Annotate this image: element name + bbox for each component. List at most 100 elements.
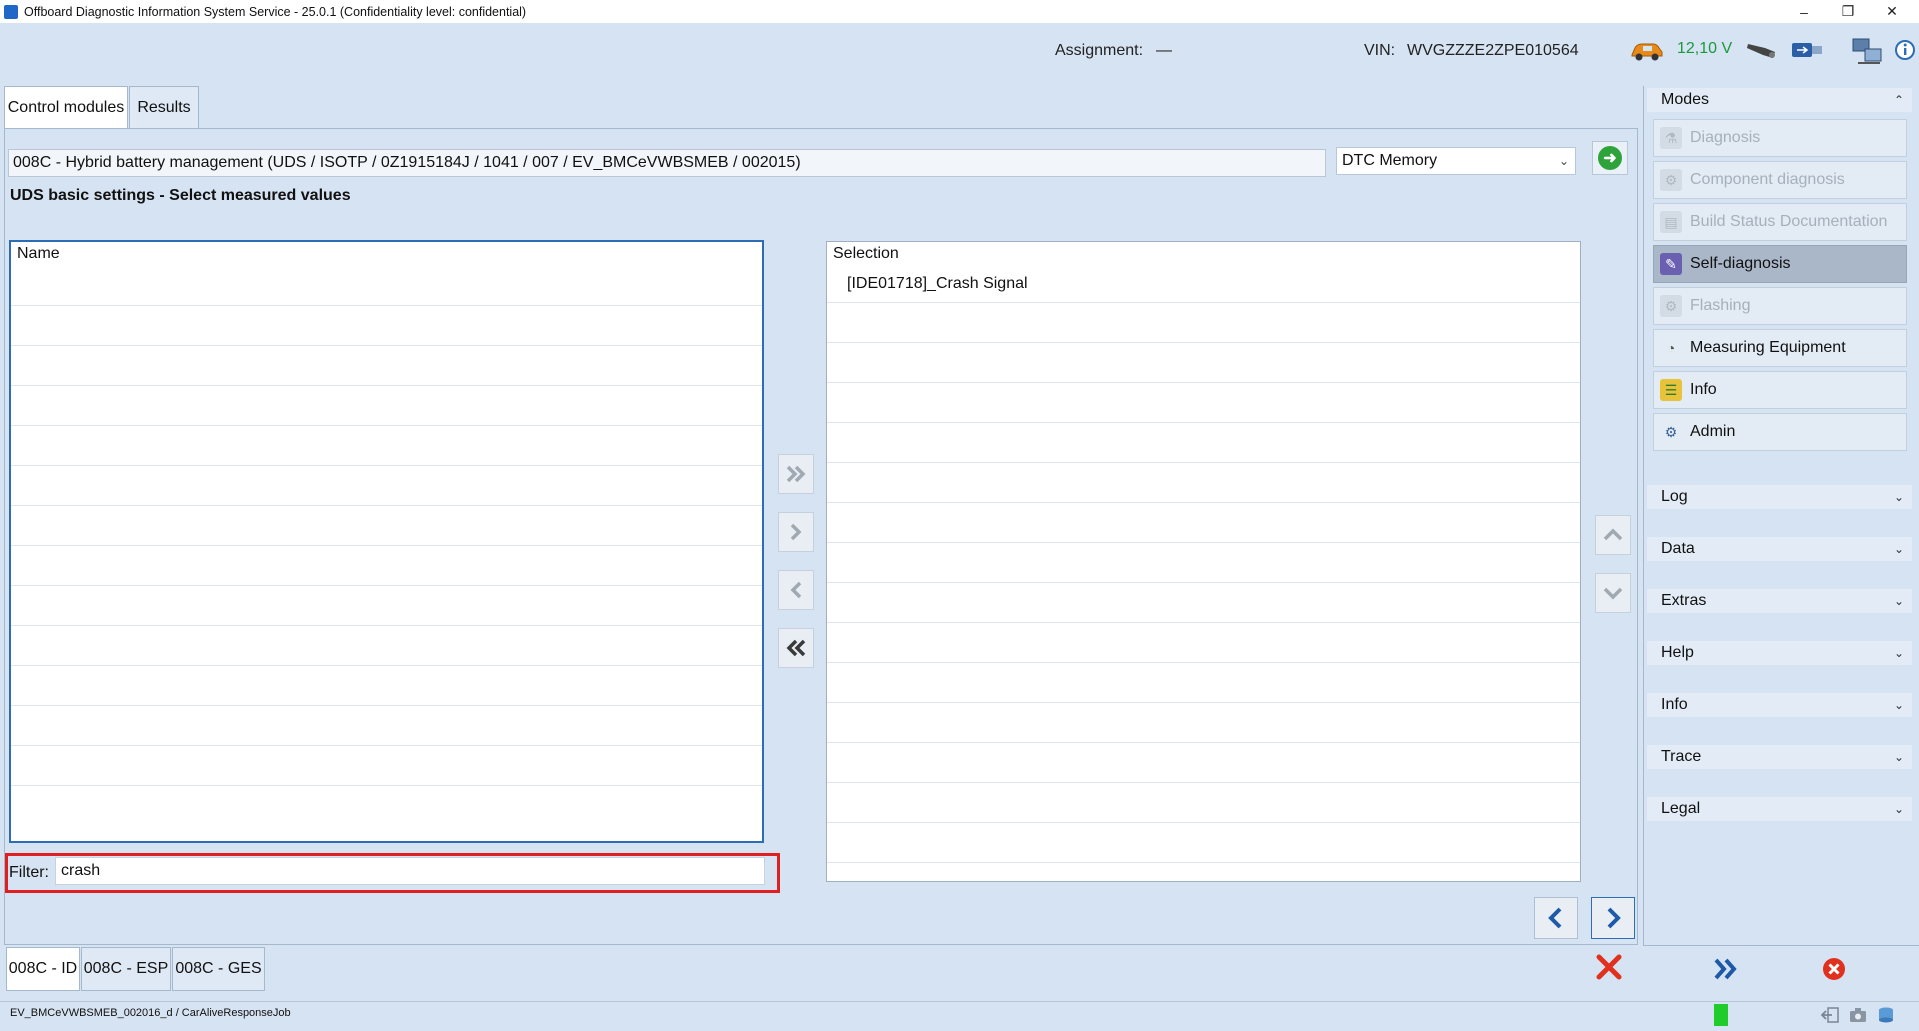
maximize-button[interactable]: ❐ xyxy=(1826,0,1870,23)
mode-admin[interactable]: ⚙ Admin xyxy=(1653,413,1907,451)
usb-connection-icon[interactable] xyxy=(1790,40,1824,60)
list-row[interactable] xyxy=(11,426,762,466)
list-row[interactable] xyxy=(827,543,1580,583)
chevron-down-icon: ⌄ xyxy=(1893,750,1904,764)
section-log[interactable]: Log ⌄ xyxy=(1647,485,1912,509)
car-icon: ⚙ xyxy=(1660,169,1682,191)
mode-self-diagnosis[interactable]: ✎ Self-diagnosis xyxy=(1653,245,1907,283)
exit-button[interactable] xyxy=(1816,951,1852,987)
move-down-button[interactable] xyxy=(1595,573,1631,613)
next-button[interactable] xyxy=(1591,897,1635,939)
mode-component-diagnosis[interactable]: ⚙ Component diagnosis xyxy=(1653,161,1907,199)
move-up-button[interactable] xyxy=(1595,515,1631,555)
list-row[interactable] xyxy=(11,386,762,426)
add-all-button[interactable] xyxy=(778,454,814,494)
list-row[interactable] xyxy=(11,506,762,546)
section-label: Info xyxy=(1661,696,1688,713)
network-icon[interactable] xyxy=(1850,36,1886,66)
cancel-button[interactable] xyxy=(1592,950,1626,984)
vin-value: WVGZZZE2ZPE010564 xyxy=(1407,42,1579,59)
list-row[interactable] xyxy=(827,703,1580,743)
app-icon xyxy=(4,4,18,19)
list-row[interactable] xyxy=(827,303,1580,343)
double-chevron-right-icon xyxy=(1714,958,1737,980)
self-diagnosis-icon: ✎ xyxy=(1660,253,1682,275)
vci-dongle-icon[interactable] xyxy=(1745,38,1779,62)
chevron-right-icon xyxy=(790,523,802,541)
mode-label: Admin xyxy=(1690,423,1736,440)
list-row[interactable] xyxy=(827,583,1580,623)
chevron-down-icon: ⌄ xyxy=(1893,490,1904,504)
database-icon[interactable] xyxy=(1876,1005,1896,1025)
chevron-down-icon: ⌄ xyxy=(1893,698,1904,712)
mode-label: Flashing xyxy=(1690,297,1751,314)
filter-input[interactable]: crash xyxy=(55,857,765,885)
camera-icon[interactable] xyxy=(1848,1005,1868,1025)
list-row[interactable] xyxy=(11,666,762,706)
mode-info[interactable]: ☰ Info xyxy=(1653,371,1907,409)
window-title: Offboard Diagnostic Information System S… xyxy=(24,4,527,19)
selection-column-header: Selection xyxy=(833,245,899,262)
section-trace[interactable]: Trace ⌄ xyxy=(1647,745,1912,769)
section-label: Help xyxy=(1661,644,1694,661)
list-row[interactable] xyxy=(827,503,1580,543)
section-help[interactable]: Help ⌄ xyxy=(1647,641,1912,665)
selection-list[interactable]: Selection [IDE01718]_Crash Signal xyxy=(826,241,1581,882)
tab-008c-esp[interactable]: 008C - ESP xyxy=(81,947,171,991)
double-chevron-right-icon xyxy=(786,465,806,483)
back-button[interactable] xyxy=(1534,897,1578,939)
control-module-field: 008C - Hybrid battery management (UDS / … xyxy=(8,149,1326,177)
minimize-button[interactable]: – xyxy=(1782,0,1826,23)
mode-build-status-documentation[interactable]: ▤ Build Status Documentation xyxy=(1653,203,1907,241)
books-icon: ☰ xyxy=(1660,379,1682,401)
tab-008c-ges[interactable]: 008C - GES xyxy=(172,947,265,991)
list-row[interactable] xyxy=(827,623,1580,663)
list-row[interactable] xyxy=(827,783,1580,823)
chevron-down-icon: ⌄ xyxy=(1893,542,1904,556)
selection-row[interactable]: [IDE01718]_Crash Signal xyxy=(827,266,1580,303)
logout-icon[interactable] xyxy=(1820,1005,1840,1025)
remove-selected-button[interactable] xyxy=(778,570,814,610)
list-row[interactable] xyxy=(11,306,762,346)
list-row[interactable] xyxy=(11,266,762,306)
list-row[interactable] xyxy=(827,343,1580,383)
arrow-right-circle-icon: ➜ xyxy=(1598,146,1622,170)
tab-control-modules[interactable]: Control modules xyxy=(4,86,128,129)
mode-measuring-equipment[interactable]: ◔ Measuring Equipment xyxy=(1653,329,1907,367)
list-row[interactable] xyxy=(11,706,762,746)
add-selected-button[interactable] xyxy=(778,512,814,552)
tab-008c-id[interactable]: 008C - ID xyxy=(6,947,80,991)
red-x-icon xyxy=(1596,954,1622,980)
name-list[interactable]: Name xyxy=(9,240,764,843)
list-row[interactable] xyxy=(827,463,1580,503)
section-data[interactable]: Data ⌄ xyxy=(1647,537,1912,561)
section-extras[interactable]: Extras ⌄ xyxy=(1647,589,1912,613)
list-row[interactable] xyxy=(11,586,762,626)
list-row[interactable] xyxy=(827,663,1580,703)
list-row[interactable] xyxy=(11,546,762,586)
go-button[interactable]: ➜ xyxy=(1592,141,1628,175)
list-row[interactable] xyxy=(11,786,762,826)
tab-results[interactable]: Results xyxy=(129,86,199,129)
section-label: Legal xyxy=(1661,800,1701,817)
dtc-memory-dropdown[interactable]: DTC Memory ⌄ xyxy=(1336,147,1576,175)
list-row[interactable] xyxy=(11,466,762,506)
list-row[interactable] xyxy=(11,346,762,386)
list-row[interactable] xyxy=(827,743,1580,783)
list-row[interactable] xyxy=(827,823,1580,863)
remove-all-button[interactable] xyxy=(778,628,814,668)
list-row[interactable] xyxy=(827,383,1580,423)
info-help-icon[interactable] xyxy=(1893,38,1917,64)
forward-button[interactable] xyxy=(1708,951,1744,987)
close-circle-icon xyxy=(1823,958,1845,980)
section-legal[interactable]: Legal ⌄ xyxy=(1647,797,1912,821)
list-row[interactable] xyxy=(827,423,1580,463)
mode-diagnosis[interactable]: ⚗ Diagnosis xyxy=(1653,119,1907,157)
section-info[interactable]: Info ⌄ xyxy=(1647,693,1912,717)
list-row[interactable] xyxy=(11,626,762,666)
close-window-button[interactable]: ✕ xyxy=(1870,0,1914,23)
list-row[interactable] xyxy=(11,746,762,786)
chevron-down-icon: ⌄ xyxy=(1558,154,1569,168)
mode-flashing[interactable]: ⚙ Flashing xyxy=(1653,287,1907,325)
modes-header[interactable]: Modes ⌃ xyxy=(1647,88,1912,112)
